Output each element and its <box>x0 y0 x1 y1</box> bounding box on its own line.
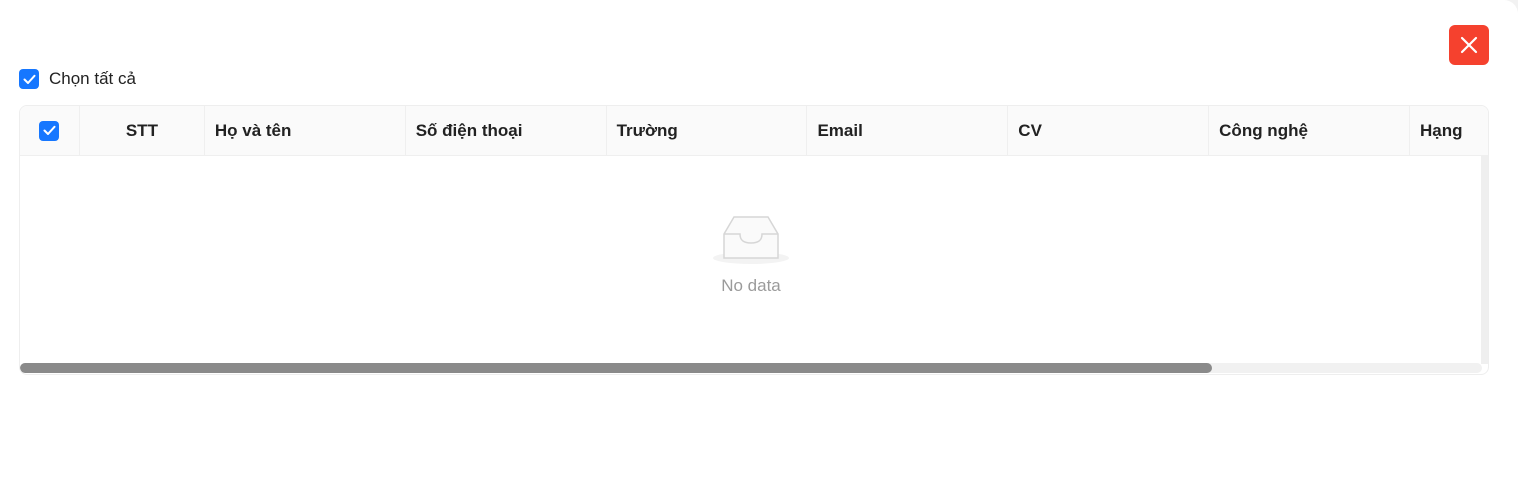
select-all-check-box[interactable] <box>19 69 39 89</box>
column-header-cv[interactable]: CV <box>1008 106 1210 155</box>
empty-state: No data <box>20 156 1482 361</box>
horizontal-scrollbar[interactable] <box>20 363 1482 373</box>
select-all-label: Chọn tất cả <box>49 69 136 88</box>
column-header-full-name[interactable]: Họ và tên <box>205 106 406 155</box>
column-header-stt[interactable]: STT <box>80 106 205 155</box>
close-button[interactable] <box>1449 25 1489 65</box>
check-icon <box>43 125 56 135</box>
header-select-checkbox[interactable] <box>39 120 60 141</box>
modal-corner <box>1498 0 1518 20</box>
horizontal-scrollbar-thumb[interactable] <box>20 363 1212 373</box>
check-icon <box>23 74 35 84</box>
table-header: STT Họ và tên Số điện thoại Trường Email… <box>20 106 1488 156</box>
column-header-email[interactable]: Email <box>807 106 1009 155</box>
close-icon <box>1460 36 1478 54</box>
column-header-phone[interactable]: Số điện thoại <box>406 106 607 155</box>
empty-inbox-icon <box>713 216 789 264</box>
header-checkbox-cell <box>20 106 80 155</box>
column-header-technology[interactable]: Công nghệ <box>1209 106 1411 155</box>
vertical-scrollbar[interactable] <box>1481 156 1488 364</box>
column-header-school[interactable]: Trường <box>607 106 808 155</box>
candidate-table: STT Họ và tên Số điện thoại Trường Email… <box>19 105 1489 375</box>
empty-state-text: No data <box>721 276 781 295</box>
select-all-checkbox[interactable]: Chọn tất cả <box>19 68 136 90</box>
column-header-rank[interactable]: Hạng <box>1410 106 1488 155</box>
